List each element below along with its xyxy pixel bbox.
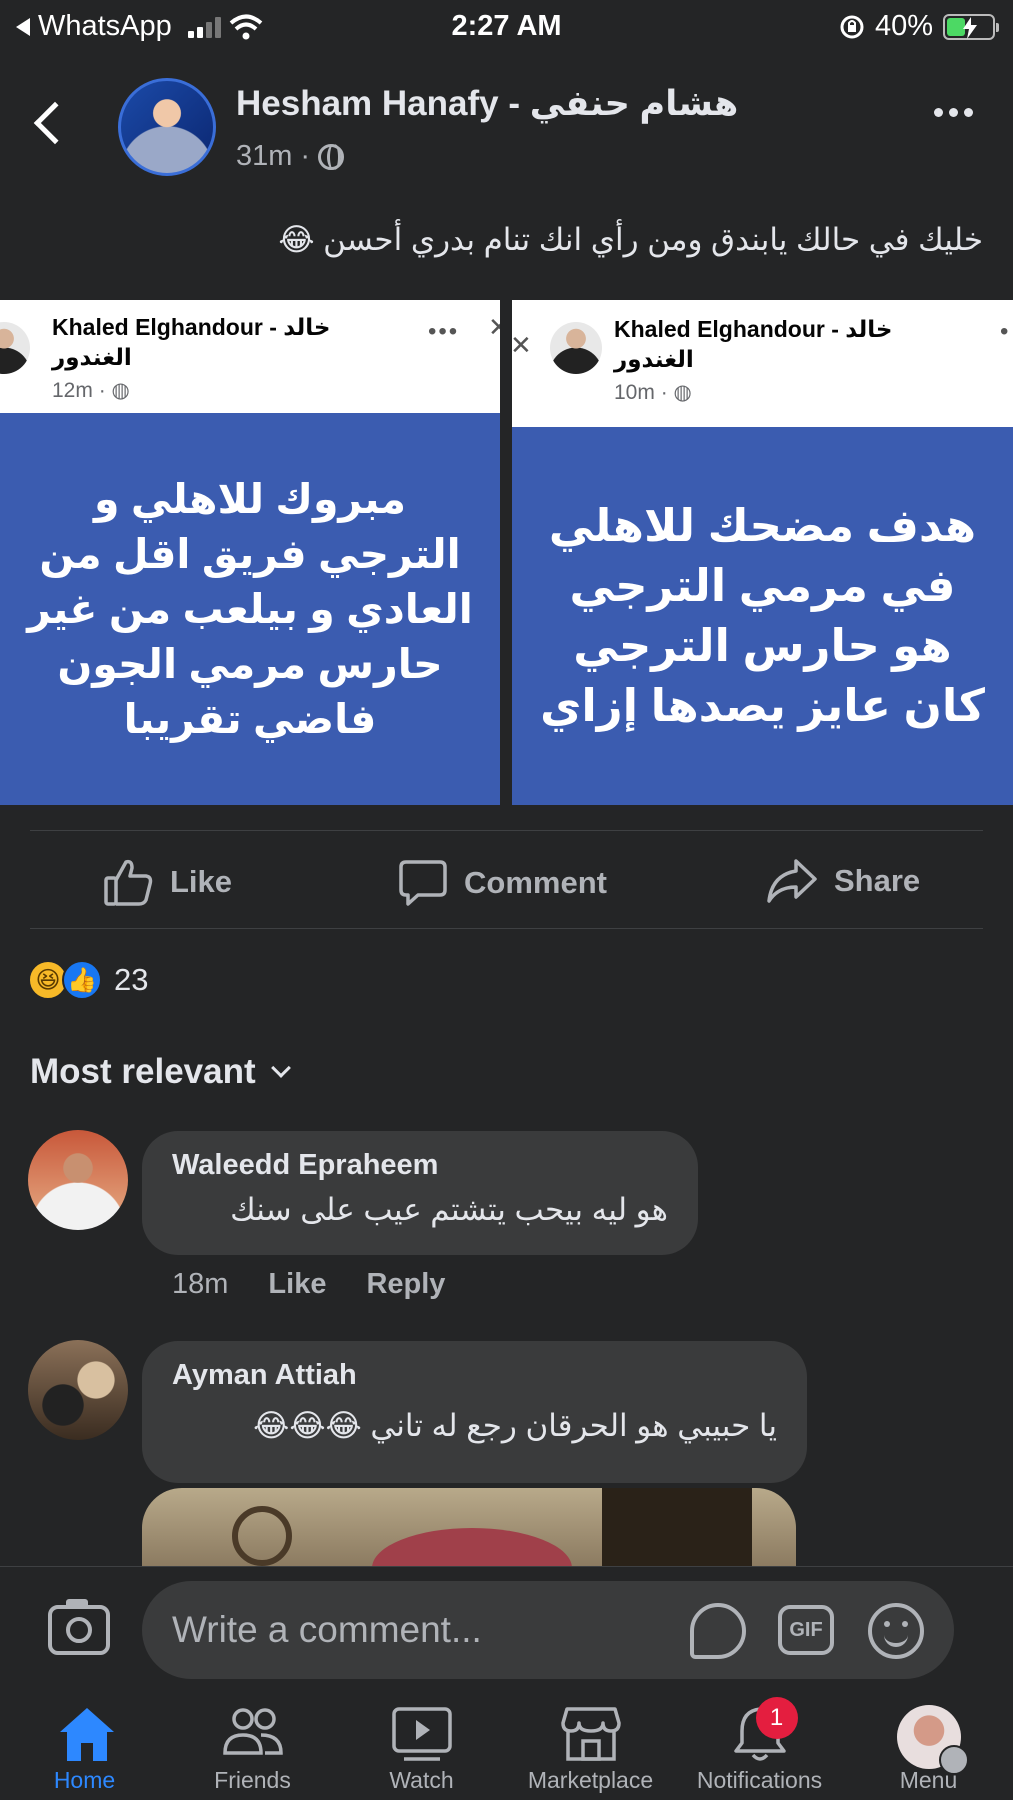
battery-icon [943, 13, 999, 40]
globe-icon [318, 143, 345, 170]
sort-label: Most relevant [30, 1052, 256, 1091]
commenter-name[interactable]: Waleedd Epraheem [172, 1149, 668, 1182]
divider [30, 830, 983, 831]
like-label: Like [170, 864, 233, 899]
comment-time: 18m [172, 1268, 229, 1300]
image-author-name: Khaled Elghandour - خالد الغندور [52, 314, 331, 370]
friends-icon [222, 1708, 283, 1755]
post-actions: Like Comment Share [0, 850, 1013, 910]
battery-percent: 40% [874, 10, 933, 42]
tab-label: Friends [214, 1767, 291, 1793]
image-2-text: هدف مضحك للاهلي في مرمي الترجي هو حارس ا… [512, 427, 1013, 805]
emoji-icon[interactable] [868, 1603, 924, 1659]
tab-friends[interactable]: Friends [168, 1691, 337, 1800]
post-header: Hesham Hanafy - هشام حنفي 31m · [0, 70, 1013, 180]
image-time: 12m · ◍ [52, 379, 130, 402]
image-more-icon: ••• [428, 318, 460, 345]
commenter-name[interactable]: Ayman Attiah [172, 1359, 777, 1392]
more-options-icon[interactable] [934, 108, 973, 117]
bottom-tab-bar: Home Friends Watch Marketplace 1 Notific… [0, 1691, 1013, 1800]
post-images: Khaled Elghandour - خالد الغندور 12m · ◍… [0, 300, 1013, 805]
post-text: خليك في حالك يابندق ومن رأي انك تنام بدر… [278, 222, 983, 257]
author-avatar[interactable] [118, 78, 216, 176]
share-button[interactable]: Share [766, 858, 920, 904]
commenter-avatar[interactable] [28, 1130, 128, 1230]
image-time: 10m · ◍ [614, 381, 692, 404]
tab-label: Home [53, 1767, 116, 1793]
comment-reply-button[interactable]: Reply [366, 1268, 445, 1301]
camera-icon[interactable] [48, 1599, 110, 1655]
post-meta: 31m · [236, 140, 345, 173]
share-label: Share [834, 863, 921, 898]
gif-icon[interactable]: GIF [778, 1605, 834, 1655]
comment-meta: 18m Like Reply [172, 1268, 445, 1301]
share-arrow-icon [767, 859, 817, 903]
reaction-count: 23 [114, 962, 149, 997]
post-image-1[interactable]: Khaled Elghandour - خالد الغندور 12m · ◍… [0, 300, 500, 805]
comment-label: Comment [464, 865, 607, 900]
image-close-icon: ✕ [488, 312, 500, 342]
marketplace-icon [560, 1707, 621, 1761]
reactions-summary[interactable]: 😆 👍 23 [28, 960, 148, 1000]
comment-bubble[interactable]: Waleedd Epraheem هو ليه بيحب يتشتم عيب ع… [142, 1131, 698, 1255]
image-author-avatar [0, 322, 30, 374]
image-more-icon: • [1000, 318, 1011, 345]
comment-like-button[interactable]: Like [268, 1268, 326, 1301]
tab-home[interactable]: Home [0, 1691, 169, 1800]
comment-button[interactable]: Comment [398, 858, 607, 908]
author-name[interactable]: Hesham Hanafy - هشام حنفي [236, 84, 738, 124]
image-author-avatar [550, 322, 602, 374]
post-time: 31m [236, 140, 293, 172]
orientation-lock-icon [840, 15, 864, 38]
comment-bubble-icon [399, 860, 447, 906]
tab-notifications[interactable]: 1 Notifications [675, 1691, 844, 1800]
comment-input-container[interactable]: GIF [142, 1581, 954, 1679]
image-author-name: Khaled Elghandour - خالد الغندور [614, 316, 893, 372]
comment-attached-image[interactable] [142, 1488, 796, 1568]
tab-marketplace[interactable]: Marketplace [506, 1691, 675, 1800]
divider [30, 928, 983, 929]
tab-label: Notifications [696, 1767, 823, 1793]
commenter-avatar[interactable] [28, 1340, 128, 1440]
image-close-icon: ✕ [512, 330, 532, 360]
status-bar: WhatsApp 2:27 AM 40% [0, 0, 1013, 50]
home-icon [59, 1708, 114, 1761]
tab-watch[interactable]: Watch [337, 1691, 506, 1800]
image-1-text: مبروك للاهلي و الترجي فريق اقل من العادي… [0, 413, 500, 805]
comment-text: هو ليه بيحب يتشتم عيب على سنك [230, 1192, 668, 1227]
comment-bubble[interactable]: Ayman Attiah يا حبيبي هو الحرقان رجع له … [142, 1341, 807, 1483]
chevron-down-icon [270, 1058, 291, 1078]
tab-menu[interactable]: Menu [844, 1691, 1013, 1800]
post-image-2[interactable]: ✕ Khaled Elghandour - خالد الغندور 10m ·… [512, 300, 1013, 805]
notification-badge: 1 [755, 1697, 798, 1739]
comment-text: يا حبيبي هو الحرقان رجع له تاني 😂😂😂 [253, 1408, 777, 1443]
watch-icon [391, 1707, 452, 1761]
back-chevron-icon[interactable] [33, 101, 77, 145]
comment-input[interactable] [172, 1581, 672, 1679]
like-reaction-icon: 👍 [62, 960, 102, 1000]
comment-sort-dropdown[interactable]: Most relevant [30, 1052, 291, 1092]
comment-composer: GIF [0, 1566, 1013, 1691]
like-button[interactable]: Like [104, 858, 232, 906]
tab-label: Marketplace [527, 1767, 654, 1793]
thumbs-up-icon [104, 859, 153, 906]
menu-avatar [896, 1705, 969, 1775]
sticker-icon[interactable] [690, 1603, 746, 1659]
hamburger-icon [938, 1745, 969, 1775]
tab-label: Watch [389, 1767, 454, 1793]
